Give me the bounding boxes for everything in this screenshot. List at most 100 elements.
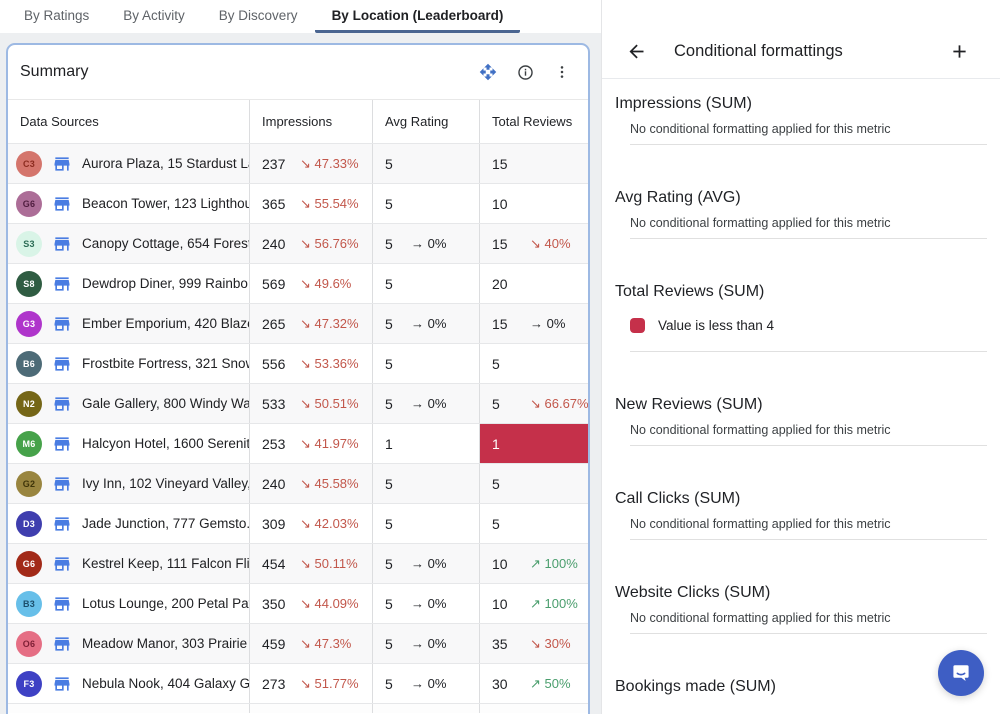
location-avatar: G3	[16, 311, 42, 337]
summary-card-header: Summary	[8, 45, 588, 100]
tab-by-discovery[interactable]: By Discovery	[202, 0, 315, 33]
total-reviews-cell: 5	[479, 504, 588, 543]
impressions-value: 454	[262, 556, 286, 572]
avg-rating-cell: 5 → 0%	[372, 584, 479, 623]
table-row[interactable]: G6 Beacon Tower, 123 Lighthou... 365 ↘ 5…	[8, 183, 588, 223]
avg-rating-value: 5	[385, 396, 397, 412]
impressions-cell: 309 ↘ 42.03%	[249, 504, 372, 543]
table-row[interactable]: B3 Lotus Lounge, 200 Petal Pat... 350 ↘ …	[8, 583, 588, 623]
table-row[interactable]: B6 Frostbite Fortress, 321 Snow... 556 ↘…	[8, 343, 588, 383]
table-row[interactable]: O6 Meadow Manor, 303 Prairie P... 459 ↘ …	[8, 623, 588, 663]
total-reviews-trend: ↘ 66.67%	[530, 396, 588, 412]
total-reviews-cell: 10	[479, 184, 588, 223]
storefront-icon	[52, 554, 72, 574]
impressions-value: 556	[262, 356, 286, 372]
total-reviews-value: 15	[492, 316, 516, 332]
data-source-cell: N2 Gale Gallery, 800 Windy Wal...	[8, 384, 249, 423]
table-row[interactable]: C3 Aurora Plaza, 15 Stardust La... 237 ↘…	[8, 143, 588, 183]
storefront-icon	[52, 314, 72, 334]
total-reviews-cell: 10 ↗ 100%	[479, 544, 588, 583]
total-reviews-value: 20	[492, 276, 516, 292]
data-source-name: Lotus Lounge, 200 Petal Pat...	[82, 596, 249, 611]
rule-color-swatch	[630, 318, 645, 333]
storefront-icon	[52, 154, 72, 174]
report-canvas: Summary Data Sources Impressions Avg Rat…	[0, 33, 601, 714]
chat-launcher-button[interactable]	[938, 650, 984, 696]
data-source-name: Gale Gallery, 800 Windy Wal...	[82, 396, 249, 411]
table-row[interactable]: G2 Ivy Inn, 102 Vineyard Valley,... 240 …	[8, 463, 588, 503]
total-reviews-trend: ↘ 30%	[530, 636, 571, 652]
table-row[interactable]: S3 Canopy Cottage, 654 Forest... 240 ↘ 5…	[8, 223, 588, 263]
total-reviews-cell: 1	[479, 424, 588, 463]
info-icon[interactable]	[515, 62, 535, 82]
card-title: Summary	[20, 63, 88, 81]
avg-rating-cell: 5	[372, 144, 479, 183]
more-options-icon[interactable]	[552, 62, 572, 82]
data-source-cell: G6 Kestrel Keep, 111 Falcon Fli...	[8, 544, 249, 583]
card-toolbar	[478, 62, 572, 82]
table-header-row: Data Sources Impressions Avg Rating Tota…	[8, 100, 588, 143]
total-reviews-value: 5	[492, 356, 516, 372]
impressions-value: 237	[262, 156, 286, 172]
data-source-cell: S3 Canopy Cottage, 654 Forest...	[8, 224, 249, 263]
data-source-name: Meadow Manor, 303 Prairie P...	[82, 636, 249, 651]
avg-rating-cell: 5	[372, 264, 479, 303]
table-row[interactable]: M6 Halcyon Hotel, 1600 Serenit... 253 ↘ …	[8, 423, 588, 463]
impressions-trend: ↘ 42.03%	[300, 516, 359, 532]
storefront-icon	[52, 354, 72, 374]
avg-rating-value: 5	[385, 316, 397, 332]
move-widget-icon[interactable]	[478, 62, 498, 82]
impressions-cell: 569 ↘ 49.6%	[249, 264, 372, 303]
no-formatting-caption: No conditional formatting applied for th…	[630, 122, 987, 137]
storefront-icon	[52, 234, 72, 254]
tab-by-location-leaderboard[interactable]: By Location (Leaderboard)	[315, 0, 521, 33]
tab-by-ratings[interactable]: By Ratings	[7, 0, 106, 33]
impressions-value: 309	[262, 516, 286, 532]
avg-rating-cell: 5 → 0%	[372, 304, 479, 343]
report-tab-bar: By Ratings By Activity By Discovery By L…	[0, 0, 601, 33]
column-header-data-sources[interactable]: Data Sources	[8, 100, 249, 143]
avg-rating-trend: → 0%	[411, 236, 446, 251]
metric-section: Avg Rating (AVG) No conditional formatti…	[602, 145, 1000, 239]
total-reviews-value: 5	[492, 476, 516, 492]
location-avatar: F3	[16, 671, 42, 697]
avg-rating-cell: 5 → 0%	[372, 664, 479, 703]
table-row[interactable]: D3 Jade Junction, 777 Gemsto... 309 ↘ 42…	[8, 503, 588, 543]
no-formatting-caption: No conditional formatting applied for th…	[630, 216, 987, 231]
storefront-icon	[52, 394, 72, 414]
avg-rating-value: 5	[385, 516, 397, 532]
impressions-cell: 533 ↘ 50.51%	[249, 384, 372, 423]
avg-rating-trend: → 0%	[411, 596, 446, 611]
column-header-impressions[interactable]: Impressions	[249, 100, 372, 143]
formatting-rule-item[interactable]: Value is less than 4	[630, 315, 987, 335]
avg-rating-trend: → 0%	[411, 676, 446, 691]
total-reviews-trend: ↗ 100%	[530, 556, 578, 572]
avg-rating-cell: 5 → 0%	[372, 224, 479, 263]
avg-rating-trend: → 0%	[411, 396, 446, 411]
total-reviews-value: 35	[492, 636, 516, 652]
table-row[interactable]: N2 Gale Gallery, 800 Windy Wal... 533 ↘ …	[8, 383, 588, 423]
table-row[interactable]: G6 Kestrel Keep, 111 Falcon Fli... 454 ↘…	[8, 543, 588, 583]
data-source-cell: B3 Lotus Lounge, 200 Petal Pat...	[8, 584, 249, 623]
data-source-name: Halcyon Hotel, 1600 Serenit...	[82, 436, 249, 451]
metric-section: Impressions (SUM) No conditional formatt…	[602, 79, 1000, 145]
location-avatar: G2	[16, 471, 42, 497]
column-header-total-reviews[interactable]: Total Reviews	[479, 100, 588, 143]
total-reviews-cell: 30 ↗ 50%	[479, 664, 588, 703]
panel-title: Conditional formattings	[674, 42, 843, 61]
tab-by-activity[interactable]: By Activity	[106, 0, 202, 33]
table-row[interactable]: F3 Nebula Nook, 404 Galaxy Ga... 273 ↘ 5…	[8, 663, 588, 703]
impressions-trend: ↘ 50.11%	[300, 556, 358, 572]
table-row[interactable]: G3 Ember Emporium, 420 Blaze... 265 ↘ 47…	[8, 303, 588, 343]
no-formatting-caption: No conditional formatting applied for th…	[630, 611, 987, 626]
impressions-trend: ↘ 47.32%	[300, 316, 359, 332]
column-header-avg-rating[interactable]: Avg Rating	[372, 100, 479, 143]
total-reviews-trend: ↗ 50%	[530, 676, 571, 692]
back-arrow-icon[interactable]	[625, 40, 647, 62]
add-formatting-icon[interactable]	[948, 40, 970, 62]
total-reviews-value: 15	[492, 156, 516, 172]
data-source-cell: B6 Frostbite Fortress, 321 Snow...	[8, 344, 249, 383]
table-row[interactable]: S8 Dewdrop Diner, 999 Rainbo... 569 ↘ 49…	[8, 263, 588, 303]
panel-sections: Impressions (SUM) No conditional formatt…	[602, 79, 1000, 696]
total-reviews-cell: 35 ↘ 30%	[479, 624, 588, 663]
